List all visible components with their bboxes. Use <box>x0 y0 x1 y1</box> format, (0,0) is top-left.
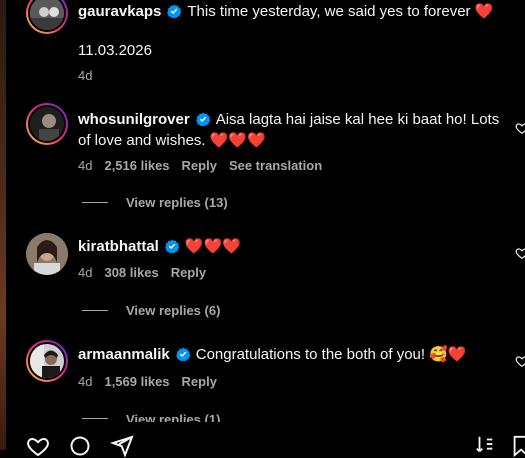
download-icon[interactable] <box>474 434 496 456</box>
bookmark-icon[interactable] <box>510 434 525 458</box>
avatar[interactable] <box>26 233 68 275</box>
verified-badge-icon <box>195 112 210 126</box>
comment-username[interactable]: whosunilgrover <box>78 111 190 128</box>
avatar[interactable] <box>26 103 68 145</box>
comment-age: 4d <box>78 158 93 173</box>
divider-line <box>82 418 108 419</box>
like-comment-heart-icon[interactable] <box>515 354 525 368</box>
caption-username[interactable]: gauravkaps <box>78 3 161 20</box>
comment-emoji: ❤️❤️❤️ <box>184 238 241 255</box>
like-comment-heart-icon[interactable] <box>515 246 525 260</box>
like-comment-heart-icon[interactable] <box>515 121 525 135</box>
verified-badge-icon <box>167 4 182 18</box>
view-replies-button[interactable]: View replies (13) <box>82 195 228 210</box>
see-translation-button[interactable]: See translation <box>229 158 322 173</box>
divider-line <box>82 310 108 311</box>
caption-date: 11.03.2026 <box>78 42 152 59</box>
view-replies-button[interactable]: View replies (1) <box>82 412 220 422</box>
verified-badge-icon <box>175 347 190 361</box>
comment-age: 4d <box>78 265 93 280</box>
comment-likes[interactable]: 2,516 likes <box>104 158 169 173</box>
comment-likes[interactable]: 1,569 likes <box>104 374 169 389</box>
comment-emoji: 🥰❤️ <box>429 346 467 363</box>
comment-username[interactable]: armaanmalik <box>78 346 170 363</box>
comment-text: Congratulations to the both of you! <box>195 346 426 363</box>
divider-line <box>82 202 108 203</box>
avatar-photo <box>30 344 64 378</box>
caption-emoji: ❤️ <box>474 3 494 20</box>
view-replies-label: View replies (6) <box>126 303 221 318</box>
avatar-photo <box>30 107 64 141</box>
view-replies-button[interactable]: View replies (6) <box>82 303 220 318</box>
reply-button[interactable]: Reply <box>182 374 217 389</box>
heart-icon[interactable] <box>26 434 50 458</box>
view-replies-label: View replies (1) <box>126 412 221 422</box>
comment-age: 4d <box>78 374 93 389</box>
comment-likes[interactable]: 308 likes <box>104 265 158 280</box>
reply-button[interactable]: Reply <box>171 265 206 280</box>
caption-age: 4d <box>78 68 93 83</box>
view-replies-label: View replies (13) <box>126 195 228 210</box>
reply-button[interactable]: Reply <box>182 158 217 173</box>
comment-emoji: ❤️❤️❤️ <box>209 132 266 149</box>
verified-badge-icon <box>165 239 179 253</box>
caption-text: This time yesterday, we said yes to fore… <box>187 3 471 20</box>
post-action-bar <box>0 430 525 458</box>
share-icon[interactable] <box>110 434 134 458</box>
comment-icon[interactable] <box>68 434 92 458</box>
comment-username[interactable]: kiratbhattal <box>78 238 159 255</box>
avatar-photo <box>30 0 64 30</box>
background-photo-edge <box>0 0 6 450</box>
avatar[interactable] <box>26 340 68 382</box>
avatar-photo <box>26 233 68 275</box>
avatar[interactable] <box>26 0 68 34</box>
